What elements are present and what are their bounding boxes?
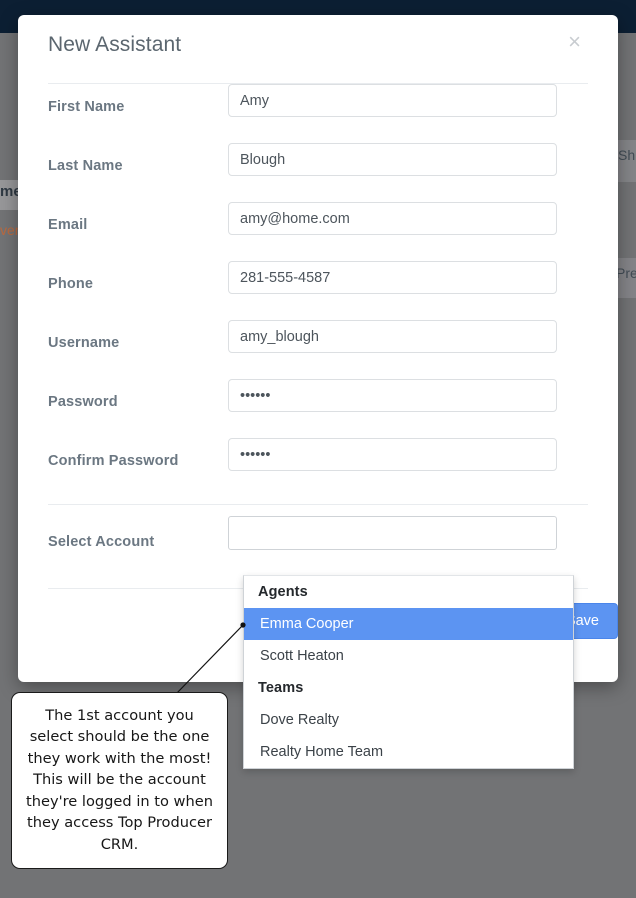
select-account-control <box>228 516 588 550</box>
confirm-password-input[interactable] <box>228 438 557 471</box>
modal-body: First Name Last Name Email Phone Username Pas… <box>18 84 618 589</box>
email-input[interactable] <box>228 202 557 235</box>
assistant-form: First Name Last Name Email Phone Username Pas… <box>48 84 588 497</box>
last-name-control <box>228 143 588 176</box>
phone-input[interactable] <box>228 261 557 294</box>
confirm-password-control <box>228 438 588 471</box>
select-account-row: Select Account <box>48 516 588 576</box>
form-row-last-name: Last Name <box>48 143 588 202</box>
first-name-label: First Name <box>48 99 125 115</box>
dropdown-option[interactable]: Scott Heaton <box>244 640 573 672</box>
first-name-control <box>228 84 588 117</box>
password-control <box>228 379 588 412</box>
email-control <box>228 202 588 235</box>
username-control <box>228 320 588 353</box>
last-name-label: Last Name <box>48 158 123 174</box>
form-row-confirm-password: Confirm Password <box>48 438 588 497</box>
email-label: Email <box>48 217 88 233</box>
form-row-username: Username <box>48 320 588 379</box>
callout-text: The 1st account you select should be the… <box>26 707 213 853</box>
background-right-label-top: Sh <box>618 147 636 163</box>
form-row-password: Password <box>48 379 588 438</box>
last-name-input[interactable] <box>228 143 557 176</box>
form-divider <box>48 504 588 505</box>
phone-control <box>228 261 588 294</box>
background-right-label-bottom: Pre <box>616 265 636 281</box>
form-row-first-name: First Name <box>48 84 588 143</box>
username-input[interactable] <box>228 320 557 353</box>
form-row-phone: Phone <box>48 261 588 320</box>
select-account-dropdown[interactable]: Agents Emma Cooper Scott Heaton Teams Dove R… <box>243 575 574 769</box>
password-input[interactable] <box>228 379 557 412</box>
dropdown-option[interactable]: Dove Realty <box>244 704 573 736</box>
dropdown-group-label: Teams <box>258 680 304 696</box>
dropdown-group-label: Agents <box>258 584 308 600</box>
select-account-label: Select Account <box>48 534 155 550</box>
dropdown-option[interactable]: Emma Cooper <box>244 608 573 640</box>
callout-box: The 1st account you select should be the… <box>11 692 228 870</box>
page-title: New Assistant <box>48 33 182 56</box>
dropdown-option[interactable]: Realty Home Team <box>244 736 573 768</box>
form-row-email: Email <box>48 202 588 261</box>
username-label: Username <box>48 335 120 351</box>
select-account-input[interactable] <box>228 516 557 550</box>
password-label: Password <box>48 394 118 410</box>
phone-label: Phone <box>48 276 94 292</box>
confirm-password-label: Confirm Password <box>48 453 179 469</box>
close-icon[interactable]: × <box>562 27 587 57</box>
modal-header: New Assistant × <box>48 15 588 84</box>
first-name-input[interactable] <box>228 84 557 117</box>
